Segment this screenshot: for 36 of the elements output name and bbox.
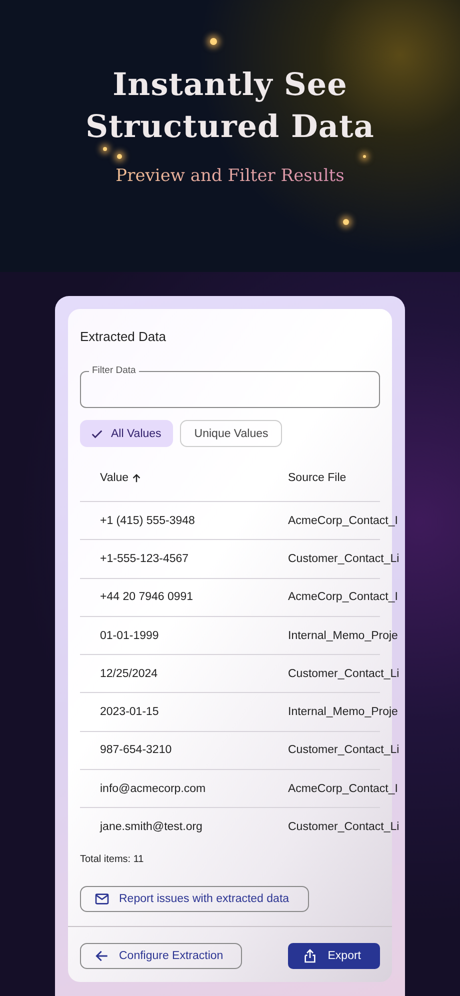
table-cell-text: 987-654-3210 xyxy=(100,744,173,756)
sparkle-dot xyxy=(363,155,366,158)
table-cell: Customer_Contact_Li xyxy=(288,552,400,565)
table-cell-text: 12/25/2024 xyxy=(100,668,159,680)
table-cell: Customer_Contact_Li xyxy=(288,744,400,756)
mail-icon xyxy=(94,890,110,907)
panel-title: Extracted Data xyxy=(80,329,167,344)
sparkle-dot xyxy=(343,219,349,225)
share-icon xyxy=(302,948,318,964)
filter-field[interactable]: Filter Data xyxy=(80,365,380,408)
table-cell-text: +1 (415) 555-3948 xyxy=(100,514,196,527)
report-button[interactable]: Report issues with extracted data xyxy=(80,886,310,912)
table-cell: Customer_Contact_Li xyxy=(288,821,400,834)
table-cell-text: jane.smith@test.org xyxy=(100,821,204,834)
table-cell: AcmeCorp_Contact_I xyxy=(288,782,398,795)
sparkle-dot xyxy=(103,147,107,151)
table-cell: Customer_Contact_Li xyxy=(288,668,400,680)
column-header[interactable]: Source File xyxy=(288,472,380,484)
total-count: Total items: 11 xyxy=(80,854,145,865)
table-cell-text: +1-555-123-4567 xyxy=(100,552,190,565)
filter-chip[interactable]: Unique Values xyxy=(180,420,282,447)
sparkle-dot xyxy=(210,38,217,45)
sparkle-dot xyxy=(117,154,122,159)
table-cell: AcmeCorp_Contact_I xyxy=(288,514,398,527)
table-cell: AcmeCorp_Contact_I xyxy=(288,591,398,604)
table-cell: Internal_Memo_Proje xyxy=(288,706,398,718)
table-cell-text: 01-01-1999 xyxy=(100,630,160,642)
table-cell: Internal_Memo_Proje xyxy=(288,630,398,642)
configure-button[interactable]: Configure Extraction xyxy=(80,942,242,969)
table-cell-text: 2023-01-15 xyxy=(100,706,160,718)
export-button[interactable]: Export xyxy=(288,942,380,969)
table-cell-text: +44 20 7946 0991 xyxy=(100,591,194,604)
column-header[interactable]: Value xyxy=(100,472,288,484)
filter-chip[interactable]: All Values xyxy=(80,420,174,447)
table-cell-text: info@acmecorp.com xyxy=(100,782,207,795)
headline: Instantly See Structured Data xyxy=(84,66,376,147)
